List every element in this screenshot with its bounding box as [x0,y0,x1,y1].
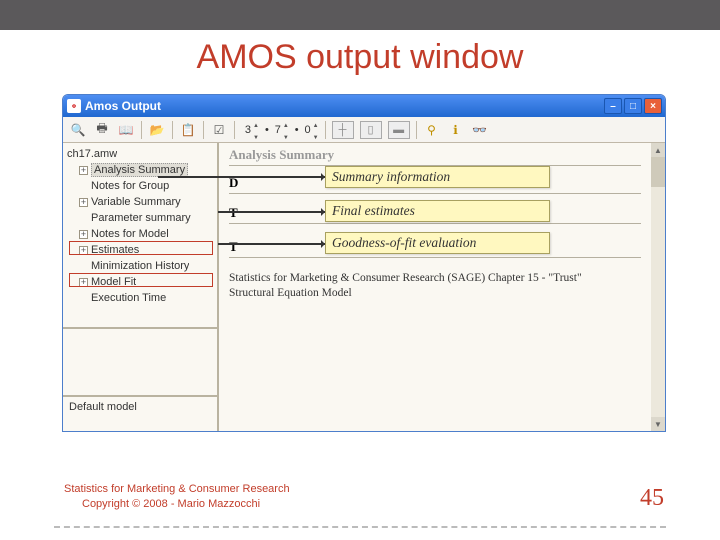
expander-icon[interactable]: + [79,230,88,239]
callout-estimates: Final estimates [325,200,550,222]
toolbar-separator [203,121,204,139]
footer-line1: Statistics for Marketing & Consumer Rese… [64,482,290,497]
tree-item-execution-time[interactable]: Execution Time [67,290,213,306]
close-button[interactable]: × [644,98,662,114]
window-title: Amos Output [85,99,161,113]
content-sub-head: T [229,239,238,255]
nav-middle-panel [63,327,217,395]
footer-rule [54,526,666,530]
tree-item-label: Execution Time [91,292,166,304]
tree-root[interactable]: ch17.amw [67,146,213,162]
view-3-icon[interactable]: ▬ [388,121,410,139]
tree-item-notes-group[interactable]: Notes for Group [67,178,213,194]
slide-footer: Statistics for Marketing & Consumer Rese… [64,482,290,512]
arrow-fit [218,243,328,245]
indent-spinner[interactable]: • 0 ▲▼ [295,118,319,142]
callout-summary: Summary information [325,166,550,188]
tree-item-label: Minimization History [91,260,189,272]
titlebar-left: ⚬ Amos Output [67,99,161,113]
preview-icon[interactable]: 🔍 [69,121,87,139]
print-icon[interactable]: 🖶 [93,121,111,139]
view-1-icon[interactable]: ┼ [332,121,354,139]
expander-icon[interactable]: + [79,166,88,175]
star-icon[interactable]: ⚲ [423,121,441,139]
app-icon: ⚬ [67,99,81,113]
expander-icon[interactable]: + [79,198,88,207]
bottom-panel-label: Default model [69,401,137,413]
copy-icon[interactable]: 📋 [179,121,197,139]
tree-item-variable-summary[interactable]: + Variable Summary [67,194,213,210]
content-scrollbar[interactable]: ▲ ▼ [651,143,665,431]
spinner-value: 3 [241,124,251,136]
toolbar-separator [234,121,235,139]
glasses-icon[interactable]: 👓 [471,121,489,139]
scroll-thumb[interactable] [651,157,665,187]
content-sub-head: T [229,205,238,221]
tree-item-notes-model[interactable]: + Notes for Model [67,226,213,242]
window-buttons: – □ × [604,98,662,114]
spinner-value: 7 [271,124,281,136]
column-spinner[interactable]: • 7 ▲▼ [265,118,289,142]
tree-item-label: Analysis Summary [91,163,188,177]
amos-output-window: ⚬ Amos Output – □ × 🔍 🖶 📖 📂 📋 ☑ 3 ▲▼ • 7… [62,94,666,432]
book-icon[interactable]: 📖 [117,121,135,139]
tree-item-label: Notes for Group [91,180,169,192]
tree-item-label: Variable Summary [91,196,181,208]
open-icon[interactable]: 📂 [148,121,166,139]
arrow-estimates [218,211,328,213]
content-heading: Analysis Summary [229,147,334,163]
body-line1: Statistics for Marketing & Consumer Rese… [229,272,582,284]
content-body: Statistics for Marketing & Consumer Rese… [229,271,639,301]
help-icon[interactable]: ℹ [447,121,465,139]
footer-line2: Copyright © 2008 - Mario Mazzocchi [64,497,290,512]
arrow-summary [158,176,328,178]
highlight-estimates [69,241,213,255]
content-rule [229,193,641,194]
body-line2: Structural Equation Model [229,287,352,299]
tree-item-label: Parameter summary [91,212,191,224]
view-2-icon[interactable]: ▯ [360,121,382,139]
scroll-up-icon[interactable]: ▲ [651,143,665,157]
page-number: 45 [640,485,664,512]
highlight-model-fit [69,273,213,287]
tree-item-label: Notes for Model [91,228,169,240]
nav-bottom-panel: Default model [63,395,217,431]
content-rule [229,223,641,224]
options-icon[interactable]: ☑ [210,121,228,139]
slide-title: AMOS output window [0,38,720,77]
toolbar-separator [172,121,173,139]
nav-pane: ch17.amw + Analysis Summary Notes for Gr… [63,143,219,431]
tree-view: ch17.amw + Analysis Summary Notes for Gr… [63,143,217,327]
callout-fit: Goodness-of-fit evaluation [325,232,550,254]
tree-root-label: ch17.amw [67,148,117,160]
toolbar: 🔍 🖶 📖 📂 📋 ☑ 3 ▲▼ • 7 ▲▼ • 0 ▲▼ ┼ ▯ ▬ ⚲ ℹ… [63,117,665,143]
tree-item-parameter-summary[interactable]: Parameter summary [67,210,213,226]
tree-item-minimization-history[interactable]: Minimization History [67,258,213,274]
toolbar-separator [325,121,326,139]
content-rule [229,257,641,258]
maximize-button[interactable]: □ [624,98,642,114]
minimize-button[interactable]: – [604,98,622,114]
scroll-down-icon[interactable]: ▼ [651,417,665,431]
decimals-spinner[interactable]: 3 ▲▼ [241,118,259,142]
window-titlebar: ⚬ Amos Output – □ × [63,95,665,117]
slide-top-stripe [0,0,720,30]
toolbar-separator [141,121,142,139]
toolbar-separator [416,121,417,139]
spinner-value: 0 [301,124,311,136]
